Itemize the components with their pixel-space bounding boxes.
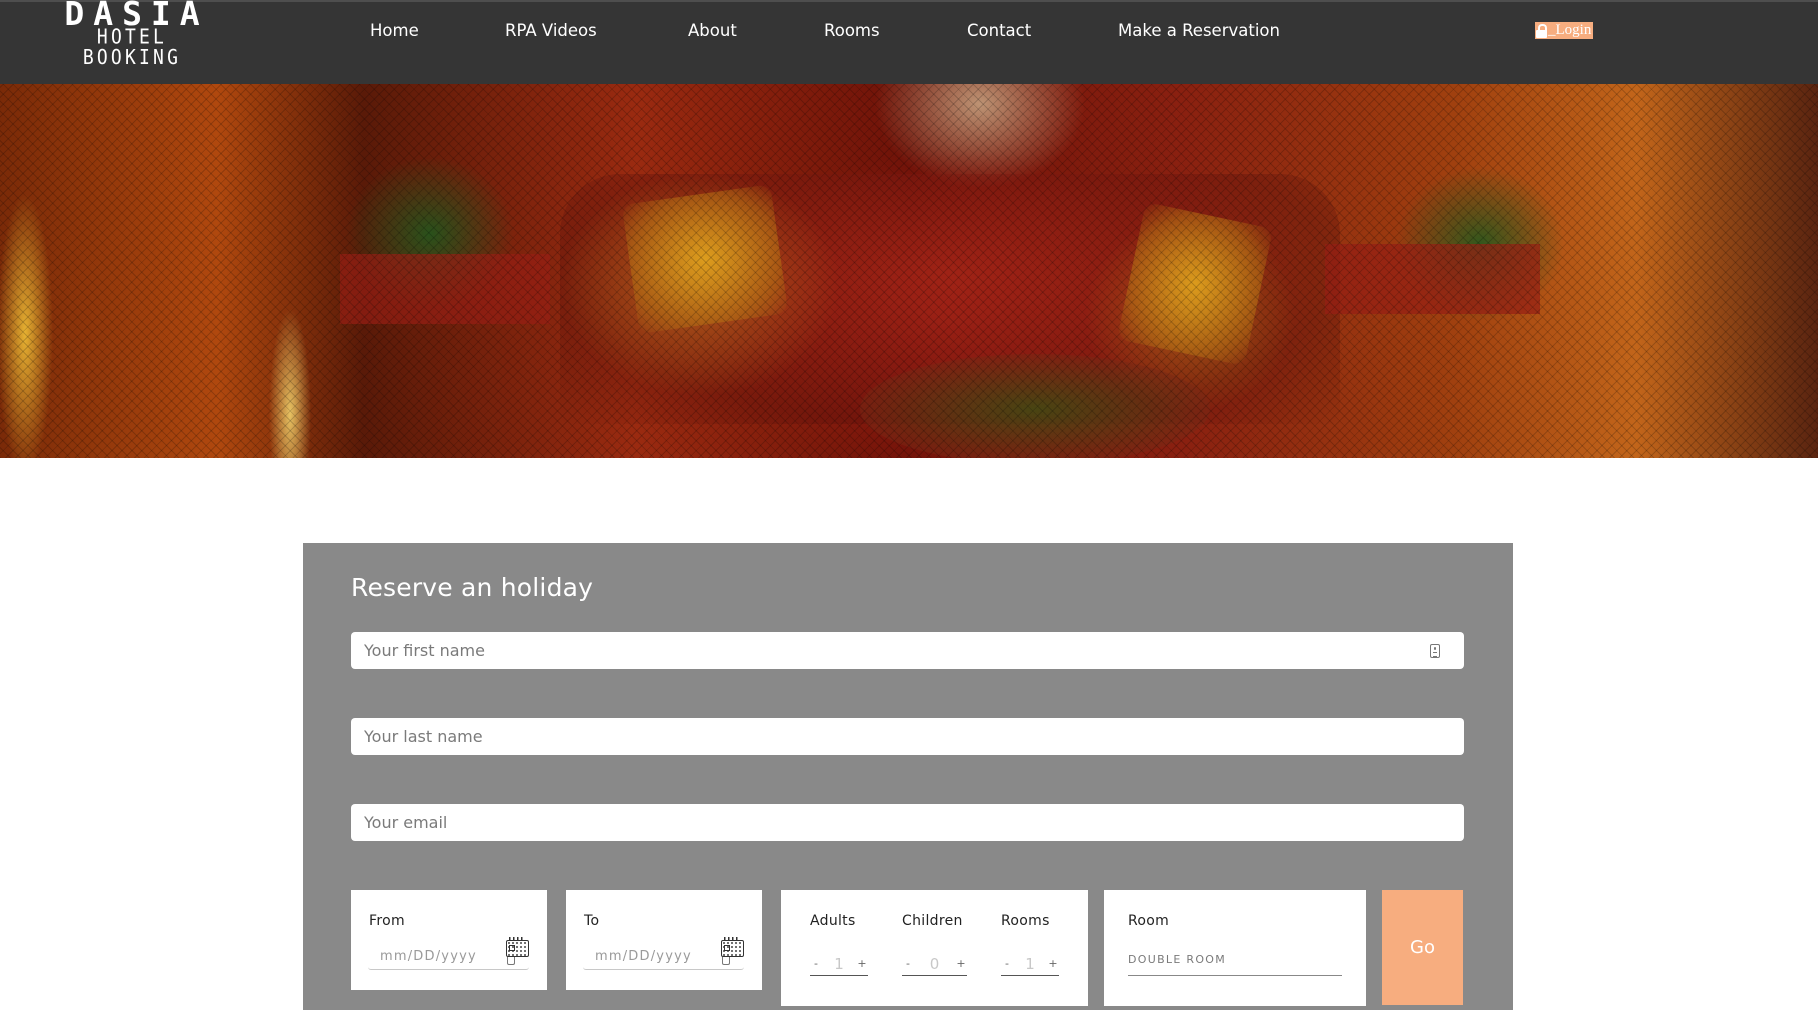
rooms-increment-button[interactable]: + [1047, 957, 1059, 970]
to-label: To [584, 913, 600, 929]
children-stepper: - 0 + [902, 952, 967, 976]
go-button[interactable]: Go [1382, 890, 1463, 1005]
to-date-placeholder: mm/DD/yyyy [595, 949, 692, 964]
hero-table-left [340, 254, 550, 324]
hero-image [0, 84, 1818, 458]
hero-sofa-shape [560, 174, 1340, 424]
children-increment-button[interactable]: + [955, 957, 967, 970]
login-label: _Login [1548, 22, 1592, 38]
from-date-box: From mm/DD/yyyy [351, 890, 547, 990]
contact-card-icon[interactable] [1430, 644, 1440, 658]
to-date-box: To mm/DD/yyyy [566, 890, 762, 990]
from-label: From [369, 913, 405, 929]
last-name-input[interactable] [351, 718, 1464, 755]
reservation-panel: Reserve an holiday From mm/DD/yyyy To mm… [303, 543, 1513, 1010]
to-date-input[interactable]: mm/DD/yyyy [583, 937, 744, 970]
rooms-stepper: - 1 + [1001, 952, 1059, 976]
children-label: Children [902, 913, 963, 929]
from-date-placeholder: mm/DD/yyyy [380, 949, 477, 964]
calendar-icon[interactable] [506, 937, 529, 957]
guests-box: Adults - 1 + Children - 0 + Rooms - 1 + [781, 890, 1088, 1006]
hero-flowers [860, 354, 1210, 458]
rooms-decrement-button[interactable]: - [1001, 957, 1013, 970]
panel-title: Reserve an holiday [351, 573, 594, 602]
nav-link-rooms[interactable]: Rooms [824, 20, 880, 42]
adults-stepper: - 1 + [810, 952, 868, 976]
nav-link-make-reservation[interactable]: Make a Reservation [1118, 20, 1280, 42]
adults-decrement-button[interactable]: - [810, 957, 822, 970]
email-input[interactable] [351, 804, 1464, 841]
site-logo[interactable]: DASIA HOTEL BOOKING [44, 0, 220, 70]
children-value[interactable]: 0 [930, 955, 940, 973]
hero-table-right [1325, 244, 1540, 314]
adults-increment-button[interactable]: + [856, 957, 868, 970]
rooms-label: Rooms [1001, 913, 1050, 929]
first-name-input[interactable] [351, 632, 1464, 669]
children-decrement-button[interactable]: - [902, 957, 914, 970]
calendar-stub-icon [507, 957, 515, 965]
room-type-select[interactable]: DOUBLE ROOM [1128, 952, 1342, 976]
nav-link-home[interactable]: Home [370, 20, 419, 42]
adults-label: Adults [810, 913, 856, 929]
nav-link-rpa-videos[interactable]: RPA Videos [505, 20, 597, 42]
hero-pillow-left [621, 184, 789, 334]
nav-link-about[interactable]: About [688, 20, 737, 42]
lock-icon [1536, 23, 1547, 38]
calendar-stub-icon [722, 957, 730, 965]
adults-value[interactable]: 1 [834, 955, 844, 973]
nav-link-contact[interactable]: Contact [967, 20, 1031, 42]
calendar-icon[interactable] [721, 937, 744, 957]
room-type-box: Room DOUBLE ROOM [1104, 890, 1366, 1006]
logo-sub-text: HOTEL BOOKING [82, 25, 182, 70]
top-navbar: DASIA HOTEL BOOKING Home RPA Videos Abou… [0, 0, 1818, 84]
room-label: Room [1128, 913, 1170, 929]
login-button[interactable]: _Login [1535, 22, 1594, 39]
hero-pillow-right [1116, 202, 1274, 366]
rooms-value[interactable]: 1 [1025, 955, 1035, 973]
from-date-input[interactable]: mm/DD/yyyy [368, 937, 529, 970]
